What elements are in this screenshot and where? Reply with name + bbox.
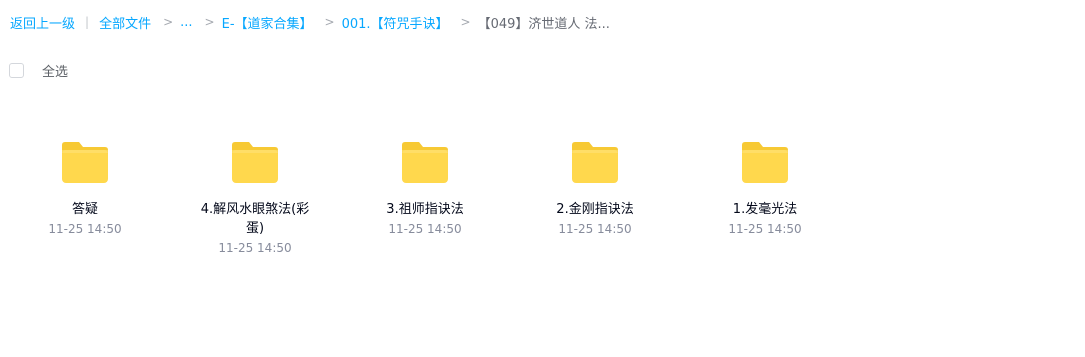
file-time: 11-25 14:50 bbox=[388, 222, 462, 236]
file-time: 11-25 14:50 bbox=[48, 222, 122, 236]
file-time: 11-25 14:50 bbox=[558, 222, 632, 236]
breadcrumb-folder-daojia[interactable]: E-【道家合集】 bbox=[222, 13, 313, 32]
breadcrumb-current: 【049】济世道人 法... bbox=[477, 16, 610, 32]
folder-icon bbox=[62, 142, 108, 183]
select-all-label: 全选 bbox=[42, 65, 69, 80]
breadcrumb-all-files[interactable]: 全部文件 bbox=[99, 13, 151, 32]
back-link[interactable]: 返回上一级 bbox=[10, 13, 75, 32]
folder-tile[interactable]: 4.解风水眼煞法(彩蛋) 11-25 14:50 bbox=[195, 128, 315, 256]
folder-tile[interactable]: 1.发毫光法 11-25 14:50 bbox=[705, 128, 825, 237]
folder-icon bbox=[232, 142, 278, 183]
file-name: 1.发毫光法 bbox=[732, 202, 798, 217]
file-name: 4.解风水眼煞法(彩蛋) bbox=[200, 202, 310, 236]
folder-icon bbox=[402, 142, 448, 183]
file-time: 11-25 14:50 bbox=[728, 222, 802, 236]
breadcrumb-divider: | bbox=[85, 15, 90, 29]
breadcrumb-ellipsis[interactable]: ... bbox=[180, 15, 192, 30]
file-name: 答疑 bbox=[71, 202, 98, 217]
file-browser: 返回上一级 | 全部文件 > ... > E-【道家合集】 > 001.【符咒手… bbox=[0, 0, 1085, 357]
folder-tile[interactable]: 2.金刚指诀法 11-25 14:50 bbox=[535, 128, 655, 237]
breadcrumb-folder-fuzhou[interactable]: 001.【符咒手诀】 bbox=[342, 13, 449, 32]
folder-icon bbox=[572, 142, 618, 183]
chevron-right-icon: > bbox=[460, 15, 471, 29]
chevron-right-icon: > bbox=[163, 15, 174, 29]
chevron-right-icon: > bbox=[324, 15, 335, 29]
chevron-right-icon: > bbox=[204, 15, 215, 29]
select-all: 全选 bbox=[9, 61, 68, 80]
folder-icon bbox=[742, 142, 788, 183]
select-all-checkbox[interactable] bbox=[9, 63, 24, 78]
folder-tile[interactable]: 3.祖师指诀法 11-25 14:50 bbox=[365, 128, 485, 237]
folder-tile[interactable]: 答疑 11-25 14:50 bbox=[25, 128, 145, 237]
file-name: 3.祖师指诀法 bbox=[386, 202, 464, 217]
file-time: 11-25 14:50 bbox=[218, 241, 292, 255]
breadcrumb: 返回上一级 | 全部文件 > ... > E-【道家合集】 > 001.【符咒手… bbox=[10, 12, 610, 32]
file-name: 2.金刚指诀法 bbox=[556, 202, 634, 217]
